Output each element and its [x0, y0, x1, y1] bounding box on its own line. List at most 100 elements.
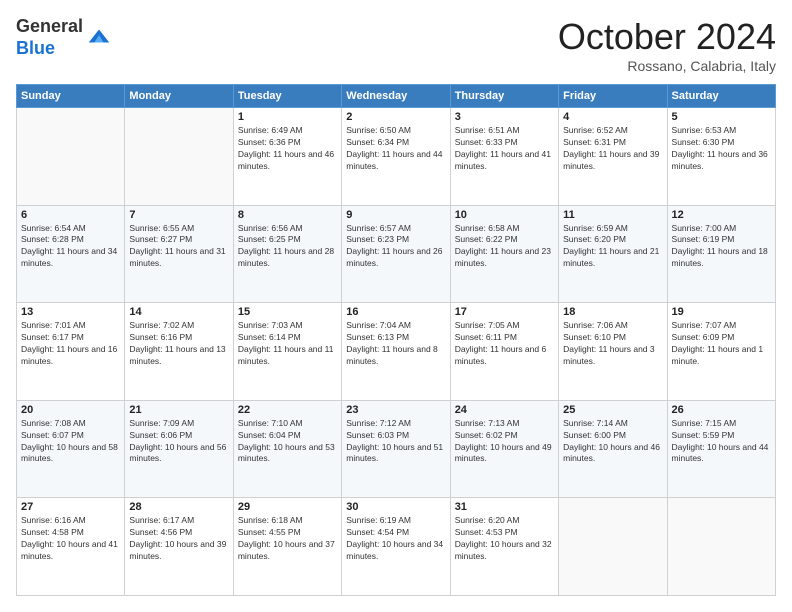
day-info: Sunrise: 7:10 AM Sunset: 6:04 PM Dayligh…	[238, 418, 337, 466]
day-number: 15	[238, 306, 337, 318]
day-info: Sunrise: 6:51 AM Sunset: 6:33 PM Dayligh…	[455, 125, 554, 173]
day-info: Sunrise: 7:06 AM Sunset: 6:10 PM Dayligh…	[563, 320, 662, 368]
calendar-body: 1 Sunrise: 6:49 AM Sunset: 6:36 PM Daylig…	[17, 108, 776, 596]
day-number: 10	[455, 209, 554, 221]
week-row-5: 27Sunrise: 6:16 AM Sunset: 4:58 PM Dayli…	[17, 498, 776, 596]
day-cell: 22 Sunrise: 7:10 AM Sunset: 6:04 PM Dayli…	[233, 400, 341, 498]
day-info: Sunrise: 6:49 AM Sunset: 6:36 PM Dayligh…	[238, 125, 337, 173]
day-info: Sunrise: 7:05 AM Sunset: 6:11 PM Dayligh…	[455, 320, 554, 368]
week-row-3: 13Sunrise: 7:01 AM Sunset: 6:17 PM Dayli…	[17, 303, 776, 401]
day-number: 19	[672, 306, 771, 318]
day-number: 29	[238, 501, 337, 513]
day-number: 31	[455, 501, 554, 513]
day-info: Sunrise: 7:13 AM Sunset: 6:02 PM Dayligh…	[455, 418, 554, 466]
day-number: 3	[455, 111, 554, 123]
day-cell: 21Sunrise: 7:09 AM Sunset: 6:06 PM Dayli…	[125, 400, 233, 498]
calendar-table: SundayMondayTuesdayWednesdayThursdayFrid…	[16, 84, 776, 596]
day-info: Sunrise: 6:57 AM Sunset: 6:23 PM Dayligh…	[346, 223, 445, 271]
day-cell: 29 Sunrise: 6:18 AM Sunset: 4:55 PM Dayli…	[233, 498, 341, 596]
day-info: Sunrise: 6:16 AM Sunset: 4:58 PM Dayligh…	[21, 515, 120, 563]
day-cell: 9 Sunrise: 6:57 AM Sunset: 6:23 PM Daylig…	[342, 205, 450, 303]
week-row-4: 20 Sunrise: 7:08 AM Sunset: 6:07 PM Dayli…	[17, 400, 776, 498]
day-cell: 10 Sunrise: 6:58 AM Sunset: 6:22 PM Dayli…	[450, 205, 558, 303]
day-number: 17	[455, 306, 554, 318]
day-info: Sunrise: 7:04 AM Sunset: 6:13 PM Dayligh…	[346, 320, 445, 368]
day-info: Sunrise: 7:09 AM Sunset: 6:06 PM Dayligh…	[129, 418, 228, 466]
day-number: 4	[563, 111, 662, 123]
logo: General Blue	[16, 16, 113, 59]
day-number: 12	[672, 209, 771, 221]
page: General Blue October 2024 Rossano, Calab…	[0, 0, 792, 612]
day-number: 6	[21, 209, 120, 221]
day-cell: 14 Sunrise: 7:02 AM Sunset: 6:16 PM Dayli…	[125, 303, 233, 401]
day-cell: 16 Sunrise: 7:04 AM Sunset: 6:13 PM Dayli…	[342, 303, 450, 401]
day-info: Sunrise: 7:03 AM Sunset: 6:14 PM Dayligh…	[238, 320, 337, 368]
day-info: Sunrise: 7:14 AM Sunset: 6:00 PM Dayligh…	[563, 418, 662, 466]
day-cell: 30 Sunrise: 6:19 AM Sunset: 4:54 PM Dayli…	[342, 498, 450, 596]
day-cell: 7Sunrise: 6:55 AM Sunset: 6:27 PM Daylig…	[125, 205, 233, 303]
day-number: 7	[129, 209, 228, 221]
day-info: Sunrise: 6:19 AM Sunset: 4:54 PM Dayligh…	[346, 515, 445, 563]
logo-icon	[85, 22, 113, 50]
day-info: Sunrise: 6:58 AM Sunset: 6:22 PM Dayligh…	[455, 223, 554, 271]
day-cell: 3 Sunrise: 6:51 AM Sunset: 6:33 PM Daylig…	[450, 108, 558, 206]
day-cell	[559, 498, 667, 596]
day-number: 11	[563, 209, 662, 221]
logo-text: General Blue	[16, 16, 83, 59]
title-block: October 2024 Rossano, Calabria, Italy	[558, 16, 776, 74]
day-number: 2	[346, 111, 445, 123]
day-cell: 23 Sunrise: 7:12 AM Sunset: 6:03 PM Dayli…	[342, 400, 450, 498]
weekday-tuesday: Tuesday	[233, 85, 341, 108]
day-cell: 24 Sunrise: 7:13 AM Sunset: 6:02 PM Dayli…	[450, 400, 558, 498]
day-cell: 15 Sunrise: 7:03 AM Sunset: 6:14 PM Dayli…	[233, 303, 341, 401]
day-number: 26	[672, 404, 771, 416]
day-cell: 26Sunrise: 7:15 AM Sunset: 5:59 PM Dayli…	[667, 400, 775, 498]
week-row-1: 1 Sunrise: 6:49 AM Sunset: 6:36 PM Daylig…	[17, 108, 776, 206]
day-number: 23	[346, 404, 445, 416]
day-info: Sunrise: 7:08 AM Sunset: 6:07 PM Dayligh…	[21, 418, 120, 466]
day-cell: 18Sunrise: 7:06 AM Sunset: 6:10 PM Dayli…	[559, 303, 667, 401]
day-number: 24	[455, 404, 554, 416]
weekday-monday: Monday	[125, 85, 233, 108]
weekday-sunday: Sunday	[17, 85, 125, 108]
weekday-saturday: Saturday	[667, 85, 775, 108]
day-cell: 1 Sunrise: 6:49 AM Sunset: 6:36 PM Daylig…	[233, 108, 341, 206]
weekday-header-row: SundayMondayTuesdayWednesdayThursdayFrid…	[17, 85, 776, 108]
day-number: 22	[238, 404, 337, 416]
week-row-2: 6Sunrise: 6:54 AM Sunset: 6:28 PM Daylig…	[17, 205, 776, 303]
day-cell: 19 Sunrise: 7:07 AM Sunset: 6:09 PM Dayli…	[667, 303, 775, 401]
day-info: Sunrise: 6:18 AM Sunset: 4:55 PM Dayligh…	[238, 515, 337, 563]
day-info: Sunrise: 7:02 AM Sunset: 6:16 PM Dayligh…	[129, 320, 228, 368]
day-info: Sunrise: 7:07 AM Sunset: 6:09 PM Dayligh…	[672, 320, 771, 368]
day-number: 30	[346, 501, 445, 513]
day-cell: 8 Sunrise: 6:56 AM Sunset: 6:25 PM Daylig…	[233, 205, 341, 303]
day-number: 20	[21, 404, 120, 416]
day-cell: 13Sunrise: 7:01 AM Sunset: 6:17 PM Dayli…	[17, 303, 125, 401]
day-number: 28	[129, 501, 228, 513]
day-cell: 31 Sunrise: 6:20 AM Sunset: 4:53 PM Dayli…	[450, 498, 558, 596]
day-number: 25	[563, 404, 662, 416]
day-info: Sunrise: 6:20 AM Sunset: 4:53 PM Dayligh…	[455, 515, 554, 563]
day-cell: 5Sunrise: 6:53 AM Sunset: 6:30 PM Daylig…	[667, 108, 775, 206]
day-number: 16	[346, 306, 445, 318]
day-info: Sunrise: 6:17 AM Sunset: 4:56 PM Dayligh…	[129, 515, 228, 563]
day-info: Sunrise: 6:56 AM Sunset: 6:25 PM Dayligh…	[238, 223, 337, 271]
weekday-friday: Friday	[559, 85, 667, 108]
day-number: 14	[129, 306, 228, 318]
day-info: Sunrise: 7:00 AM Sunset: 6:19 PM Dayligh…	[672, 223, 771, 271]
day-info: Sunrise: 6:52 AM Sunset: 6:31 PM Dayligh…	[563, 125, 662, 173]
location-subtitle: Rossano, Calabria, Italy	[558, 58, 776, 74]
weekday-thursday: Thursday	[450, 85, 558, 108]
day-cell: 27Sunrise: 6:16 AM Sunset: 4:58 PM Dayli…	[17, 498, 125, 596]
day-cell: 6Sunrise: 6:54 AM Sunset: 6:28 PM Daylig…	[17, 205, 125, 303]
day-info: Sunrise: 7:12 AM Sunset: 6:03 PM Dayligh…	[346, 418, 445, 466]
day-number: 8	[238, 209, 337, 221]
day-cell: 2Sunrise: 6:50 AM Sunset: 6:34 PM Daylig…	[342, 108, 450, 206]
day-number: 9	[346, 209, 445, 221]
day-cell: 4 Sunrise: 6:52 AM Sunset: 6:31 PM Daylig…	[559, 108, 667, 206]
day-info: Sunrise: 6:53 AM Sunset: 6:30 PM Dayligh…	[672, 125, 771, 173]
day-number: 13	[21, 306, 120, 318]
day-info: Sunrise: 6:59 AM Sunset: 6:20 PM Dayligh…	[563, 223, 662, 271]
day-cell: 25 Sunrise: 7:14 AM Sunset: 6:00 PM Dayli…	[559, 400, 667, 498]
day-number: 1	[238, 111, 337, 123]
